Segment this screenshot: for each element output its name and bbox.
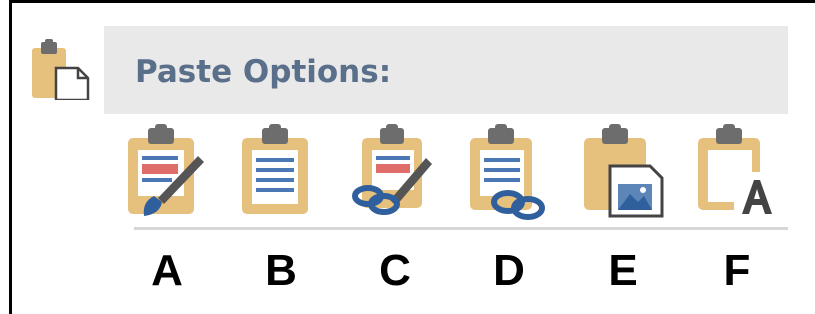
frame-top-border (9, 0, 815, 3)
paste-option-merge-formatting[interactable] (238, 122, 324, 220)
option-label-b: B (265, 246, 297, 295)
paste-option-picture[interactable] (580, 122, 666, 220)
option-label-f: F (723, 246, 751, 295)
paste-option-link-keep-source[interactable] (352, 122, 438, 220)
paste-option-keep-source-formatting[interactable] (124, 122, 210, 220)
option-label-d: D (493, 246, 525, 295)
frame-left-border (9, 0, 12, 314)
paste-keep-source-formatting-icon (128, 124, 204, 216)
header-title: Paste Options: (135, 54, 392, 90)
option-label-a: A (151, 246, 183, 295)
paste-link-keep-source-formatting-icon (352, 124, 432, 215)
paste-text-only-icon (698, 124, 776, 216)
paste-plain-document-icon (242, 124, 308, 214)
paste-option-text-only[interactable] (694, 122, 780, 220)
options-divider (134, 227, 788, 230)
paste-picture-icon (584, 124, 664, 218)
paste-link-icon (470, 124, 545, 220)
option-label-c: C (379, 246, 411, 295)
clipboard-paste-icon (26, 38, 94, 102)
option-label-e: E (608, 246, 638, 295)
paste-option-link-merge[interactable] (466, 122, 552, 220)
